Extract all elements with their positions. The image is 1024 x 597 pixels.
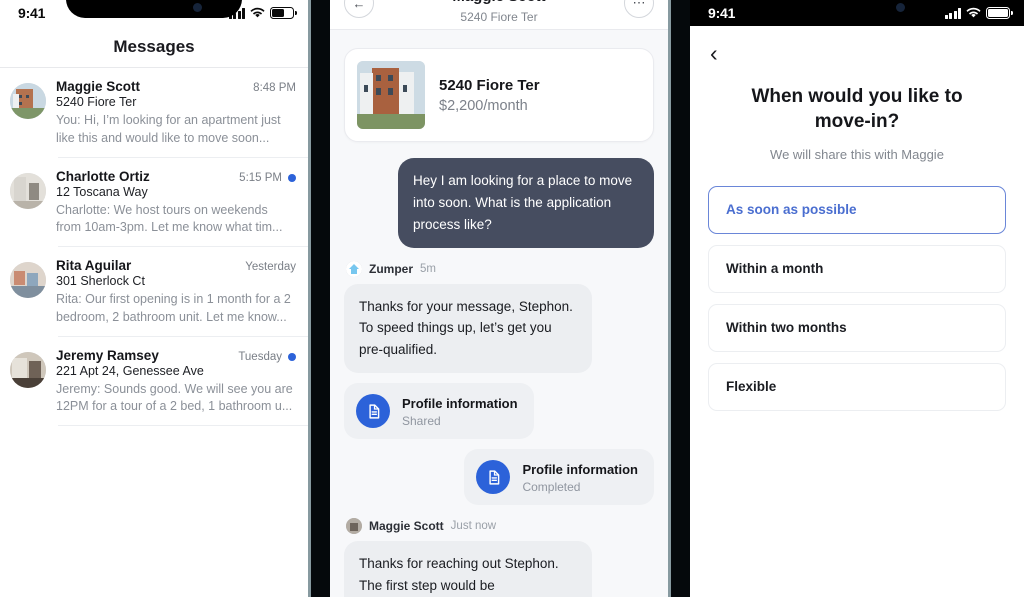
wifi-icon: [966, 7, 981, 18]
message-snippet: Charlotte: We host tours on weekends fro…: [56, 202, 283, 235]
cellular-bars-icon: [944, 7, 961, 19]
message-bubble-outgoing: Hey I am looking for a place to move int…: [398, 158, 654, 248]
phone-movein-question: 9:41 ‹ When would you like to move-in? W…: [690, 0, 1024, 597]
back-chevron-icon[interactable]: ‹: [710, 41, 732, 64]
question-subtitle: We will share this with Maggie: [770, 146, 944, 162]
profile-information-card-completed[interactable]: Profile information Completed: [464, 449, 654, 506]
unread-indicator: [288, 352, 296, 361]
list-item[interactable]: Maggie Scott 8:48 PM 5240 Fiore Ter You:…: [0, 68, 308, 157]
contact-name: Maggie Scott: [56, 79, 141, 94]
list-item[interactable]: Jeremy Ramsey Tuesday 221 Apt 24, Geness…: [0, 337, 308, 426]
document-icon: [356, 394, 390, 429]
option-within-two-months[interactable]: Within two months: [708, 303, 1006, 352]
sender-maggie: Maggie Scott Just now: [346, 518, 654, 535]
zumper-house-icon: [346, 260, 362, 277]
property-address: 12 Toscana Way: [56, 184, 148, 199]
message-time: 5:15 PM: [239, 171, 282, 184]
message-row-outgoing: Hey I am looking for a place to move int…: [344, 158, 654, 248]
device-notch: [769, 0, 945, 18]
list-item[interactable]: Rita Aguilar Yesterday 301 Sherlock Ct R…: [0, 247, 308, 336]
property-address: 221 Apt 24, Genessee Ave: [56, 363, 204, 378]
sender-time: 5m: [420, 262, 436, 275]
profile-information-card-shared[interactable]: Profile information Shared: [344, 383, 534, 440]
property-address: 5240 Fiore Ter: [439, 76, 540, 94]
sender-name: Maggie Scott: [369, 519, 444, 534]
avatar: [10, 172, 46, 209]
option-within-a-month[interactable]: Within a month: [708, 244, 1006, 293]
option-label: Within a month: [726, 261, 824, 277]
message-row-incoming: Thanks for your message, Stephon. To spe…: [344, 283, 654, 374]
wifi-icon: [250, 7, 265, 18]
message-time: Yesterday: [245, 261, 296, 273]
option-label: Flexible: [726, 379, 777, 395]
doc-card-row-left: Profile information Shared: [344, 373, 654, 440]
device-edge: [668, 0, 671, 597]
three-phone-mockup: 9:41 Messages Maggie Scott 8:48 PM 5240 …: [0, 0, 1024, 597]
option-label: Within two months: [726, 320, 847, 336]
avatar: [10, 83, 46, 119]
contact-name: Rita Aguilar: [56, 258, 132, 273]
contact-name: Jeremy Ramsey: [56, 347, 159, 363]
phone-chat-thread: ← Maggie Scott 5240 Fiore Ter ⋯: [330, 0, 668, 597]
chat-subtitle: 5240 Fiore Ter: [460, 10, 538, 24]
chat-title: Maggie Scott: [452, 0, 545, 5]
message-row-incoming: Thanks for reaching out Stephon. The fir…: [344, 541, 654, 597]
option-list: As soon as possible Within a month Withi…: [708, 185, 1006, 411]
property-address: 5240 Fiore Ter: [56, 95, 137, 109]
property-card[interactable]: 5240 Fiore Ter $2,200/month: [344, 48, 654, 142]
more-options-icon[interactable]: ⋯: [624, 0, 654, 18]
avatar: [346, 518, 362, 535]
property-address: 301 Sherlock Ct: [56, 274, 145, 288]
device-bezel: [308, 0, 330, 597]
doc-title: Profile information: [522, 461, 638, 477]
device-notch: [66, 0, 242, 18]
status-time: 9:41: [708, 5, 736, 21]
property-price: $2,200/month: [439, 97, 528, 114]
sender-time: Just now: [450, 520, 497, 533]
chat-header: ← Maggie Scott 5240 Fiore Ter ⋯: [330, 0, 668, 30]
sender-zumper: Zumper 5m: [346, 260, 654, 277]
option-label: As soon as possible: [726, 202, 857, 218]
option-flexible[interactable]: Flexible: [708, 362, 1006, 411]
avatar: [10, 351, 46, 388]
doc-status: Shared: [402, 413, 441, 428]
divider: [58, 425, 308, 426]
doc-card-row-right: Profile information Completed: [344, 439, 654, 506]
unread-indicator: [288, 173, 296, 182]
message-snippet: Rita: Our first opening is in 1 month fo…: [56, 292, 291, 324]
battery-icon: [986, 7, 1013, 19]
device-edge: [308, 0, 311, 597]
message-bubble-incoming: Thanks for reaching out Stephon. The fir…: [344, 541, 592, 597]
question-title: When would you like to move-in?: [751, 86, 963, 133]
contact-name: Charlotte Ortiz: [56, 168, 150, 184]
doc-status: Completed: [522, 479, 581, 494]
battery-icon: [270, 7, 297, 19]
back-arrow-icon[interactable]: ←: [344, 0, 374, 18]
message-time: 8:48 PM: [253, 82, 296, 94]
sender-name: Zumper: [369, 261, 414, 276]
message-snippet: You: Hi, I’m looking for an apartment ju…: [56, 113, 281, 145]
message-thread[interactable]: 5240 Fiore Ter $2,200/month Hey I am loo…: [330, 30, 668, 597]
option-as-soon-as-possible[interactable]: As soon as possible: [708, 185, 1006, 234]
building-photo: [357, 61, 425, 129]
device-bezel: [668, 0, 690, 597]
conversation-list: Maggie Scott 8:48 PM 5240 Fiore Ter You:…: [0, 68, 308, 426]
status-time: 9:41: [18, 5, 46, 21]
doc-title: Profile information: [402, 395, 518, 411]
message-time: Tuesday: [238, 350, 282, 363]
message-bubble-incoming: Thanks for your message, Stephon. To spe…: [344, 283, 592, 374]
movein-screen: ‹ When would you like to move-in? We wil…: [690, 41, 1024, 597]
message-snippet: Jeremy: Sounds good. We will see you are…: [56, 381, 293, 414]
avatar: [10, 262, 46, 298]
page-title: Messages: [0, 26, 308, 68]
document-icon: [476, 460, 511, 495]
status-bar: 9:41: [690, 0, 1024, 26]
list-item[interactable]: Charlotte Ortiz 5:15 PM 12 Toscana Way C…: [0, 158, 308, 247]
phone-messages-list: 9:41 Messages Maggie Scott 8:48 PM 5240 …: [0, 0, 308, 597]
status-bar: 9:41: [0, 0, 308, 26]
